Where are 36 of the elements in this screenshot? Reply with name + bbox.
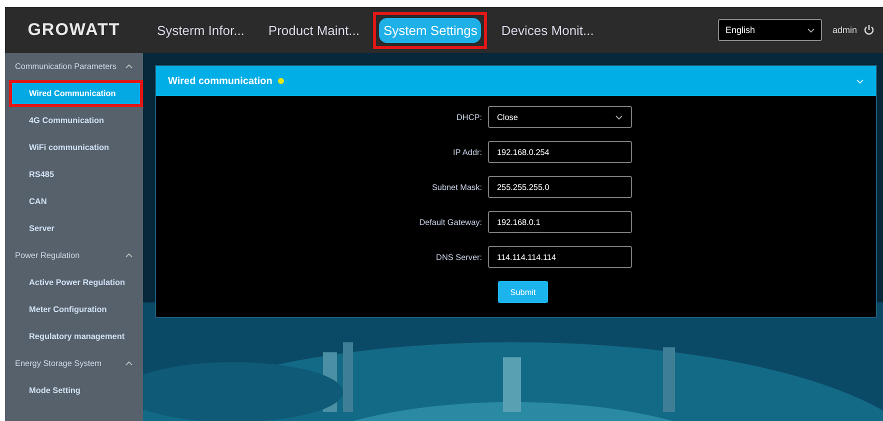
sidebar-item[interactable]: Active Power Regulation <box>12 272 140 293</box>
field-label: Default Gateway: <box>418 218 483 226</box>
sidebar-item[interactable]: RS485 <box>12 164 140 185</box>
panel-header[interactable]: Wired communication <box>156 66 876 96</box>
logo: GROWATT <box>26 20 122 40</box>
language-select[interactable]: English <box>718 19 822 41</box>
sidebar-item[interactable]: Regulatory management <box>12 326 140 347</box>
sidebar-item[interactable]: Meter Configuration <box>12 299 140 320</box>
nav-tab[interactable]: Devices Monit... <box>497 18 598 42</box>
power-icon[interactable] <box>863 24 875 36</box>
sidebar-item[interactable]: CAN <box>12 191 140 212</box>
sidebar-group[interactable]: Power Regulation <box>5 242 143 269</box>
sidebar-item[interactable]: Wired Communication <box>12 83 140 104</box>
nav-tab[interactable]: Systerm Infor... <box>153 18 248 42</box>
chevron-down-icon <box>807 28 816 32</box>
sidebar-item[interactable]: 4G Communication <box>12 110 140 131</box>
input-field[interactable]: 192.168.0.254 <box>488 141 632 163</box>
input-field[interactable]: 114.114.114.114 <box>488 246 632 268</box>
field-label: DNS Server: <box>435 252 483 262</box>
submit-button[interactable]: Submit <box>498 281 548 303</box>
field-label: Subnet Mask: <box>430 182 483 192</box>
field-label: IP Addr: <box>452 148 483 156</box>
field-label: DHCP: <box>456 112 483 122</box>
input-field[interactable]: 255.255.255.0 <box>488 176 632 198</box>
sidebar-group[interactable]: Communication Parameters <box>5 53 143 80</box>
nav-tab[interactable]: System Settings <box>379 18 482 42</box>
nav-tab[interactable]: Product Maint... <box>264 18 364 42</box>
sidebar-item[interactable]: WiFi communication <box>12 137 140 158</box>
dhcp-select[interactable]: Close <box>488 106 632 128</box>
input-field[interactable]: 192.168.0.1 <box>488 211 632 233</box>
chevron-down-icon <box>615 114 623 120</box>
user-name: admin <box>832 25 857 35</box>
panel-title: Wired communication <box>168 76 272 86</box>
sidebar-item[interactable]: Mode Setting <box>12 380 140 401</box>
sidebar-group[interactable]: Energy Storage System <box>5 350 143 377</box>
sidebar-item[interactable]: Server <box>12 218 140 239</box>
